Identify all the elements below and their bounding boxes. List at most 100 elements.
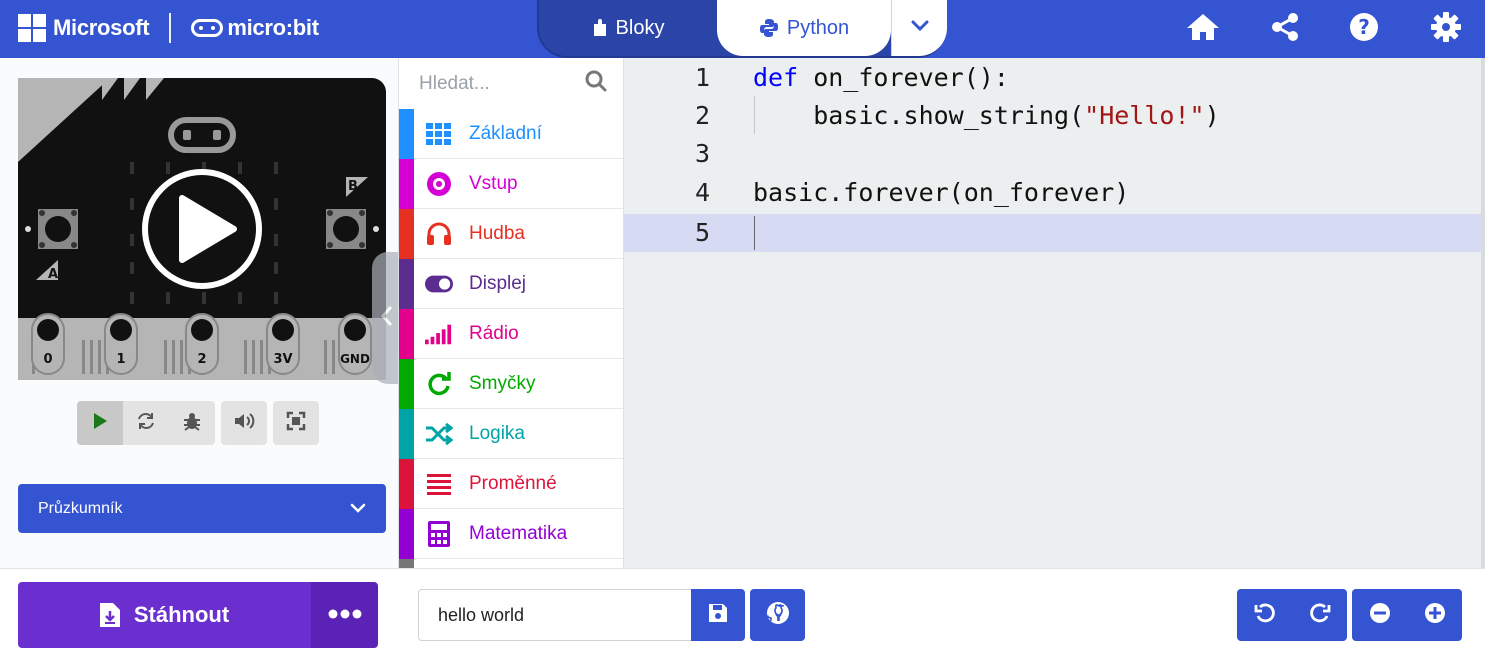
category-label: Základní: [469, 123, 542, 144]
github-button[interactable]: [750, 589, 805, 641]
category-label: Rádio: [469, 323, 519, 344]
sim-play-button[interactable]: [77, 401, 123, 445]
fullscreen-icon: [286, 411, 306, 436]
code-line[interactable]: 3: [624, 135, 1485, 173]
category-label: Hudba: [469, 223, 525, 244]
tab-python-label: Python: [786, 16, 850, 39]
download-button[interactable]: Stáhnout: [18, 582, 311, 648]
microbit-logo-icon: [191, 19, 224, 37]
sim-restart-button[interactable]: [123, 401, 169, 445]
sim-debug-button[interactable]: [169, 401, 215, 445]
undo-icon: [1254, 603, 1276, 627]
redo-button[interactable]: [1309, 603, 1331, 628]
undo-redo-group: [1237, 589, 1347, 641]
category-input[interactable]: Vstup: [399, 159, 623, 209]
search-input[interactable]: Hledat...: [419, 73, 490, 95]
category-label: Proměnné: [469, 473, 557, 494]
microsoft-logo-icon: [18, 14, 46, 42]
help-icon: ?: [1349, 12, 1379, 47]
sim-fullscreen-button[interactable]: [273, 401, 319, 445]
line-number: 2: [694, 101, 710, 130]
pin-2-label: 2: [197, 352, 206, 367]
simulator-panel: A B 0 1 2 3V GND Průzkumník: [0, 58, 400, 568]
tab-python[interactable]: Python: [717, 0, 891, 56]
toolbox: Hledat... Základní Vstup Hudba Displej R…: [398, 58, 624, 568]
loop-icon: [425, 371, 453, 397]
svg-text:?: ?: [1358, 15, 1370, 39]
category-display[interactable]: Displej: [399, 259, 623, 309]
top-bar: Microsoft micro:bit Bloky Python ?: [0, 0, 1485, 58]
category-logic[interactable]: Logika: [399, 409, 623, 459]
explorer-label: Průzkumník: [38, 499, 123, 517]
python-icon: [759, 18, 779, 38]
undo-button[interactable]: [1254, 603, 1276, 628]
category-stripe: [399, 109, 414, 159]
button-a-label: A: [48, 267, 58, 282]
microsoft-brand-text: Microsoft: [53, 15, 150, 40]
zoom-group: [1352, 589, 1462, 641]
code-line[interactable]: 4 basic.forever(on_forever): [624, 174, 1485, 212]
editor-scrollbar[interactable]: [1481, 58, 1485, 568]
tab-blocks-label: Bloky: [615, 16, 665, 39]
signal-icon: [425, 321, 453, 347]
microbit-brand-text: micro:bit: [227, 15, 319, 40]
editor-mode-switch: Bloky Python: [537, 0, 947, 58]
project-name-input[interactable]: [418, 589, 692, 641]
category-music[interactable]: Hudba: [399, 209, 623, 259]
chevron-down-icon: [350, 500, 366, 518]
pin-3v-label: 3V: [273, 352, 292, 367]
category-stripe: [399, 559, 414, 568]
code-token: ): [1204, 101, 1220, 130]
restart-icon: [136, 411, 156, 436]
keyword-token: def: [753, 63, 799, 92]
category-basic[interactable]: Základní: [399, 109, 623, 159]
explorer-button[interactable]: Průzkumník: [18, 484, 386, 533]
settings-button[interactable]: [1428, 11, 1464, 46]
bottom-bar: Stáhnout: [0, 568, 1485, 654]
save-button[interactable]: [691, 589, 745, 641]
category-label: Smyčky: [469, 373, 536, 394]
zoom-out-button[interactable]: [1369, 602, 1391, 629]
share-button[interactable]: [1267, 12, 1303, 46]
category-loops[interactable]: Smyčky: [399, 359, 623, 409]
pin-gnd-label: GND: [340, 352, 370, 366]
code-line[interactable]: 1 def on_forever():: [624, 59, 1485, 97]
category-label: Displej: [469, 273, 527, 294]
brand-divider: [169, 13, 172, 43]
chevron-down-icon: [911, 19, 929, 37]
category-more[interactable]: [399, 559, 623, 568]
tab-blocks[interactable]: Bloky: [539, 0, 717, 56]
pin-1-label: 1: [116, 352, 125, 367]
category-label: Logika: [469, 423, 525, 444]
toolbox-search[interactable]: Hledat...: [399, 58, 623, 109]
category-stripe: [399, 509, 414, 559]
search-icon: [585, 70, 607, 98]
download-label: Stáhnout: [133, 602, 230, 627]
zoom-in-button[interactable]: [1424, 602, 1446, 629]
button-b-label: B: [348, 179, 358, 194]
help-button[interactable]: ?: [1346, 12, 1382, 46]
category-math[interactable]: Matematika: [399, 509, 623, 559]
category-variables[interactable]: Proměnné: [399, 459, 623, 509]
speaker-icon: [233, 412, 255, 435]
home-button[interactable]: [1185, 12, 1221, 46]
floppy-icon: [708, 603, 728, 628]
microbit-simulator[interactable]: A B 0 1 2 3V GND: [18, 78, 386, 380]
target-icon: [425, 171, 453, 197]
category-stripe: [399, 159, 414, 209]
category-radio[interactable]: Rádio: [399, 309, 623, 359]
plus-circle-icon: [1424, 602, 1446, 628]
string-token: "Hello!": [1084, 101, 1205, 130]
code-editor[interactable]: 1 def on_forever(): 2 basic.show_string(…: [624, 58, 1485, 568]
collapse-simulator-handle[interactable]: [372, 252, 400, 384]
download-more-button[interactable]: [311, 582, 378, 648]
brand[interactable]: Microsoft micro:bit: [18, 13, 319, 43]
category-stripe: [399, 409, 414, 459]
more-dots-icon: [328, 606, 362, 624]
bug-icon: [182, 411, 202, 436]
shuffle-icon: [425, 421, 453, 447]
sim-mute-button[interactable]: [221, 401, 267, 445]
code-line[interactable]: 2 basic.show_string("Hello!"): [624, 97, 1485, 135]
mode-dropdown-button[interactable]: [891, 0, 947, 56]
code-text: basic.forever(on_forever): [753, 178, 1130, 207]
